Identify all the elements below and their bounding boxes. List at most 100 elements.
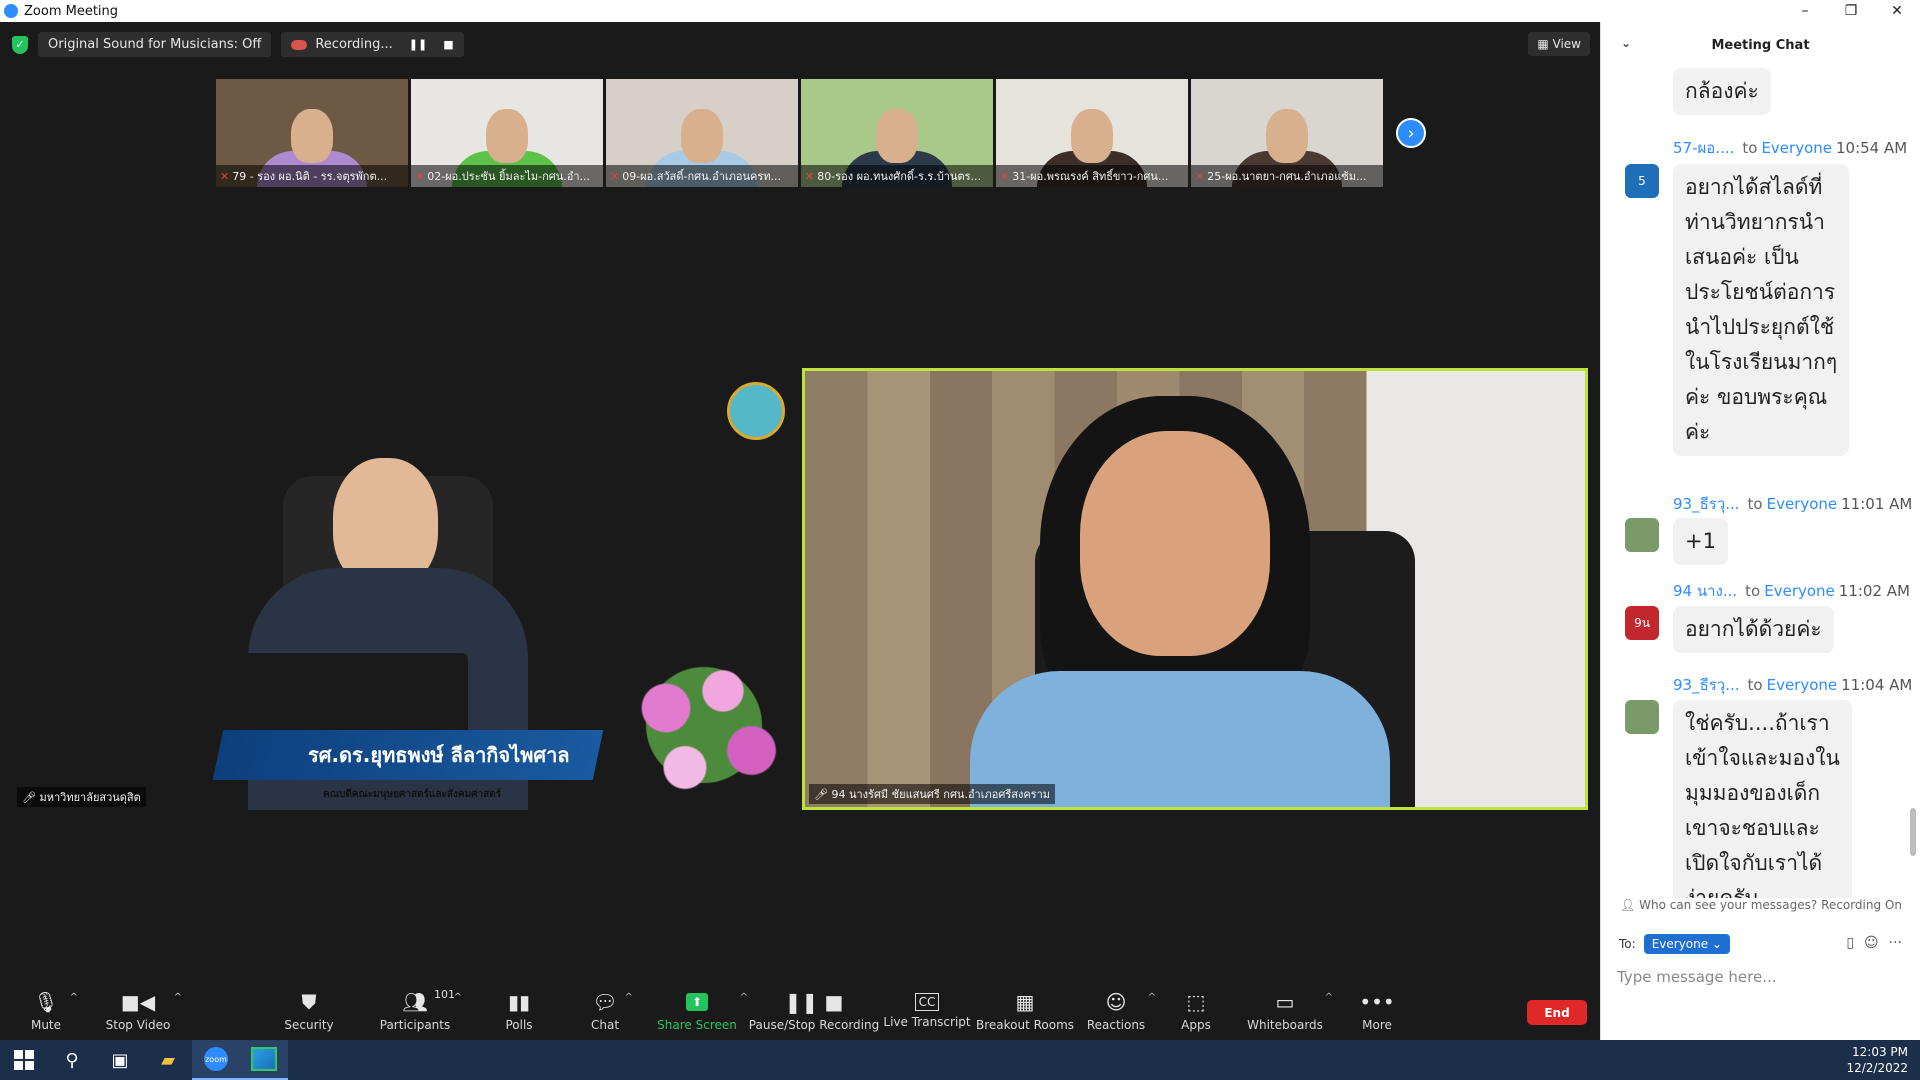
audio-options-caret[interactable]: ^ (70, 992, 78, 1003)
main-video-right-active-speaker[interactable]: 🎤︎ 94 นางรัศมี ชัยแสนศรี กศน.อำเภอศรีสงค… (802, 368, 1588, 810)
participant-thumbnail[interactable]: ✕ 09-ผอ.สวัสดิ์-กศน.อำเภอนครท... (606, 79, 798, 187)
message-line: มุมมองของเด็ก (1685, 781, 1821, 805)
message-recipient[interactable]: Everyone (1761, 139, 1832, 157)
message-line: นำไปประยุกต์ใช้ (1685, 315, 1835, 339)
emoji-icon[interactable]: ☺ (1864, 935, 1879, 951)
participants-button[interactable]: 👥︎ 101 Participants ^ (380, 982, 462, 1040)
encryption-shield-icon[interactable]: ✓ (12, 35, 28, 54)
participant-face (1266, 109, 1308, 163)
close-button[interactable]: ✕ (1874, 0, 1920, 22)
file-icon[interactable]: ▯ (1846, 935, 1854, 951)
stop-video-button[interactable]: ■◀ Stop Video ^ (106, 982, 182, 1040)
message-bubble: +1 (1673, 518, 1728, 565)
share-options-caret[interactable]: ^ (740, 992, 748, 1003)
message-line: กล้องค่ะ (1685, 79, 1759, 103)
message-to-label: to (1745, 582, 1761, 600)
message-sender[interactable]: 93_ธีรวุ... (1673, 495, 1740, 513)
live-transcript-button[interactable]: CC Live Transcript (883, 982, 971, 1040)
window-controls: – ❐ ✕ (1782, 0, 1920, 22)
polls-button[interactable]: ▮▮ Polls (503, 982, 535, 1040)
polls-label: Polls (505, 1018, 533, 1032)
video-options-caret[interactable]: ^ (174, 992, 182, 1003)
mute-button[interactable]: 🎙︎ Mute ^ (28, 982, 78, 1040)
participants-options-caret[interactable]: ^ (454, 992, 462, 1003)
stop-recording-icon[interactable]: ■ (443, 38, 453, 51)
chat-options-caret[interactable]: ^ (625, 992, 633, 1003)
minimize-button[interactable]: – (1782, 0, 1828, 22)
recipient-dropdown[interactable]: Everyone ⌄ (1643, 934, 1730, 954)
apps-button[interactable]: ⬚ Apps (1181, 982, 1211, 1040)
message-line: อยากได้สไลด์ที่ (1685, 175, 1823, 199)
view-button[interactable]: ▦ View (1528, 32, 1590, 56)
participant-name: 80-รอง ผอ.ทนงศักดิ์-ร.ร.บ้านตร... (817, 170, 982, 183)
message-line: ค่ะ ขอบพระคุณ (1685, 385, 1828, 409)
message-recipient[interactable]: Everyone (1767, 676, 1838, 694)
participant-thumbnail[interactable]: ✕ 80-รอง ผอ.ทนงศักดิ์-ร.ร.บ้านตร... (801, 79, 993, 187)
message-line: ค่ะ (1685, 420, 1711, 444)
collapse-chat-icon[interactable]: ⌄ (1621, 36, 1631, 50)
folder-icon: ▰ (161, 1049, 175, 1071)
chat-messages[interactable]: กล้องค่ะ 57-ผอ.... to Everyone 10:54 AM 5 อยาก… (1601, 68, 1920, 898)
message-recipient[interactable]: Everyone (1767, 495, 1838, 513)
start-button[interactable] (0, 1040, 48, 1080)
more-button[interactable]: ••• More (1359, 982, 1394, 1040)
system-clock[interactable]: 12:03 PM 12/2/2022 (1846, 1044, 1908, 1076)
message-sender[interactable]: 94 นาง... (1673, 582, 1737, 600)
chat-message-input[interactable] (1617, 962, 1907, 992)
participant-name-label: ✕ 09-ผอ.สวัสดิ์-กศน.อำเภอนครท... (606, 165, 798, 187)
participant-face (681, 109, 723, 163)
participant-face (486, 109, 528, 163)
clock-date: 12/2/2022 (1846, 1061, 1908, 1075)
search-button[interactable]: ⚲ (48, 1040, 96, 1080)
chat-bubble-icon: 💬︎ (592, 990, 618, 1014)
whiteboards-options-caret[interactable]: ^ (1325, 992, 1333, 1003)
whiteboard-icon: ▭ (1275, 990, 1295, 1014)
restore-button[interactable]: ❐ (1828, 0, 1874, 22)
speaker-title: คณบดีคณะมนุษยศาสตร์และสังคมศาสตร์ (323, 789, 502, 800)
whiteboards-button[interactable]: ▭ Whiteboards ^ (1247, 982, 1333, 1040)
live-transcript-label: Live Transcript (883, 1015, 971, 1029)
chat-scrollbar[interactable] (1910, 808, 1916, 856)
task-view-button[interactable]: ▣ (96, 1040, 144, 1080)
message-sender[interactable]: 93_ธีรวุ... (1673, 676, 1740, 694)
reactions-button[interactable]: ☺ Reactions ^ (1087, 982, 1156, 1040)
security-button[interactable]: ⛊ Security (284, 982, 334, 1040)
security-label: Security (284, 1018, 334, 1032)
muted-mic-icon: ✕ (220, 170, 230, 183)
share-screen-button[interactable]: ⬆ Share Screen ^ (657, 982, 748, 1040)
file-explorer-button[interactable]: ▰ (144, 1040, 192, 1080)
breakout-rooms-button[interactable]: ▦ Breakout Rooms (976, 982, 1074, 1040)
participant-thumbnail[interactable]: ✕ 31-ผอ.พรณรงค์ สิทธิ์ขาว-กศน... (996, 79, 1188, 187)
reactions-options-caret[interactable]: ^ (1148, 992, 1156, 1003)
chat-header: ⌄ Meeting Chat (1601, 22, 1920, 68)
share-screen-label: Share Screen (657, 1018, 737, 1032)
message-line: อยากได้ด้วยค่ะ (1685, 617, 1822, 641)
zoom-taskbar-button[interactable]: zoom (192, 1040, 240, 1080)
chat-button[interactable]: 💬︎ Chat ^ (591, 982, 633, 1040)
meeting-chat-panel: ⌄ Meeting Chat กล้องค่ะ 57-ผอ.... to Everyo… (1600, 22, 1920, 1040)
message-recipient[interactable]: Everyone (1764, 582, 1835, 600)
more-label: More (1362, 1018, 1392, 1032)
main-video-left[interactable]: รศ.ดร.ยุทธพงษ์ ลีลากิจไพศาล คณบดีคณะมนุษ… (13, 368, 799, 810)
message-sender[interactable]: 57-ผอ.... (1673, 139, 1734, 157)
message-meta: 93_ธีรวุ... to Everyone 11:01 AM (1673, 492, 1912, 516)
more-options-icon[interactable]: ··· (1889, 935, 1902, 951)
end-meeting-button[interactable]: End (1527, 1000, 1587, 1025)
pause-stop-recording-button[interactable]: ❚❚ ■ Pause/Stop Recording (749, 982, 879, 1040)
meeting-area: ✓ Original Sound for Musicians: Off Reco… (0, 22, 1600, 982)
message-bubble: อยากได้ด้วยค่ะ (1673, 606, 1834, 653)
video-camera-icon: ■◀ (120, 990, 156, 1014)
app-taskbar-button[interactable] (240, 1040, 288, 1080)
message-line: เสนอค่ะ เป็น (1685, 245, 1799, 269)
message-line: ใช่ครับ....ถ้าเรา (1685, 711, 1830, 735)
pause-recording-icon[interactable]: ❚❚ (409, 38, 427, 51)
message-time: 11:02 AM (1838, 582, 1910, 600)
participant-thumbnail[interactable]: ✕ 25-ผอ.นาตยา-กศน.อำเภอแซ้ม... (1191, 79, 1383, 187)
participant-thumbnail[interactable]: ✕ 79 - รอง ผอ.นิติ - รร.จตุรพักต... (216, 79, 408, 187)
original-sound-badge[interactable]: Original Sound for Musicians: Off (38, 32, 272, 57)
participant-name: 79 - รอง ผอ.นิติ - รร.จตุรพักต... (232, 170, 388, 183)
muted-mic-icon: ✕ (415, 170, 425, 183)
chat-privacy-note[interactable]: 👤︎ Who can see your messages? Recording … (1601, 898, 1920, 912)
participant-thumbnail[interactable]: ✕ 02-ผอ.ประชัน ยิ้มละไม-กศน.อำ... (411, 79, 603, 187)
next-page-button[interactable]: › (1396, 118, 1426, 148)
